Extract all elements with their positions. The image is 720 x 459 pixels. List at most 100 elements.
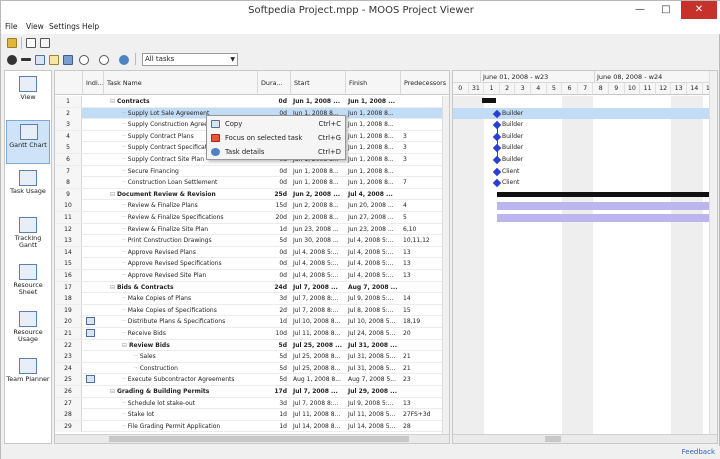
column-header-row-number[interactable]: [55, 71, 83, 95]
menu-settings[interactable]: Settings: [49, 22, 80, 31]
task-row[interactable]: 28 ·· Stake lot 1d Jul 11, 2008 8... Jul 11,…: [55, 409, 449, 421]
summary-task-row[interactable]: 22 ⊟ Review Bids 5d Jul 25, 2008 ... Jul 31,…: [55, 339, 449, 352]
summary-task-row[interactable]: 17 ⊟ Bids & Contracts 24d Jul 7, 2008 ... Au…: [55, 281, 449, 294]
column-header-task-name[interactable]: Task Name: [104, 71, 258, 95]
task-row[interactable]: 10 ·· Review & Finalize Plans 15d Jun 2, 20…: [55, 200, 449, 212]
collapse-toggle-icon[interactable]: ⊟: [110, 388, 117, 395]
collapse-toggle-icon[interactable]: ⊟: [110, 191, 117, 198]
task-row[interactable]: 16 ·· Approve Revised Site Plan 0d Jul 4, 2…: [55, 270, 449, 282]
summary-task-row[interactable]: 9 ⊟ Document Review & Revision 25d Jun 2, 2…: [55, 188, 449, 201]
close-button[interactable]: ✕: [681, 1, 717, 19]
task-row[interactable]: 8 ·· Construction Loan Settlement 0d Jun 1,…: [55, 177, 449, 189]
note-icon[interactable]: [86, 317, 95, 326]
task-row[interactable]: 25 ·· Execute Subcontractor Agreements 5d A…: [55, 374, 449, 386]
column-header-finish[interactable]: Finish: [346, 71, 401, 95]
task-name-cell: ·· Approve Revised Specifications: [104, 258, 256, 269]
menu-file[interactable]: File: [5, 22, 18, 31]
task-row[interactable]: 20 ·· Distribute Plans & Specifications 1d…: [55, 316, 449, 328]
sidebar-item-task-usage[interactable]: Task Usage: [6, 167, 50, 211]
task-name: Review & Finalize Plans: [127, 202, 198, 210]
open-folder-icon[interactable]: [7, 38, 17, 48]
task-row[interactable]: 7 ·· Secure Financing 0d Jun 1, 2008 8... Ju…: [55, 165, 449, 178]
paste-icon[interactable]: [49, 55, 59, 65]
grid-vertical-scrollbar[interactable]: [442, 96, 449, 436]
collapse-icon[interactable]: [21, 58, 31, 61]
task-row[interactable]: 18 ·· Make Copies of Plans 3d Jul 7, 2008 8…: [55, 293, 449, 305]
task-name: Distribute Plans & Specifications: [127, 318, 226, 326]
task-row[interactable]: 27 ·· Schedule lot stake-out 3d Jul 7, 2008…: [55, 397, 449, 410]
column-header-indicators[interactable]: Indi...: [83, 71, 104, 95]
task-row[interactable]: 13 ·· Print Construction Drawings 5d Jun 30…: [55, 235, 449, 247]
context-menu-focus[interactable]: Focus on selected task Ctrl+G: [207, 131, 345, 145]
format-icon[interactable]: [63, 55, 73, 65]
menu-view[interactable]: View: [26, 22, 44, 31]
collapse-toggle-icon[interactable]: ⊟: [110, 98, 117, 105]
task-row[interactable]: 19 ·· Make Copies of Specifications 2d Jul …: [55, 304, 449, 317]
print-preview-icon[interactable]: [40, 38, 50, 48]
task-usage-icon: [19, 170, 37, 186]
zoom-out-icon[interactable]: [99, 55, 109, 65]
note-icon[interactable]: [86, 375, 95, 384]
copy-icon[interactable]: [35, 55, 45, 65]
task-bar[interactable]: [497, 202, 717, 211]
sidebar-item-view[interactable]: View: [6, 73, 50, 117]
start-cell: Jun 1, 2008 ...: [293, 98, 341, 105]
task-row[interactable]: 29 ·· File Grading Permit Application 1d Ju…: [55, 420, 449, 433]
resource-usage-icon: [19, 311, 37, 327]
collapse-toggle-icon[interactable]: ⊟: [122, 342, 129, 349]
indicator-cell: [83, 340, 103, 351]
task-row[interactable]: 12 ·· Review & Finalize Site Plan 1d Jun 23…: [55, 223, 449, 236]
start-cell: Jul 11, 2008 8...: [293, 330, 341, 337]
sidebar-item-team-planner[interactable]: Team Planner: [6, 355, 50, 399]
scrollbar-thumb[interactable]: [545, 436, 561, 442]
task-row[interactable]: 11 ·· Review & Finalize Specifications 20d…: [55, 212, 449, 224]
collapse-toggle-icon[interactable]: ⊟: [110, 284, 117, 291]
summary-task-row[interactable]: 26 ⊟ Grading & Building Permits 17d Jul 7, …: [55, 386, 449, 398]
zoom-in-icon[interactable]: [79, 55, 89, 65]
task-bar[interactable]: [497, 214, 717, 222]
sidebar-item-tracking-gantt[interactable]: Tracking Gantt: [6, 214, 50, 258]
task-row[interactable]: 14 ·· Approve Revised Plans 0d Jul 4, 2008 …: [55, 246, 449, 259]
gantt-horizontal-scrollbar[interactable]: [453, 434, 717, 443]
duration-cell: 20d: [275, 214, 287, 221]
note-icon[interactable]: [86, 329, 95, 337]
indicator-cell: [83, 96, 103, 107]
column-header-predecessors[interactable]: Predecessors: [401, 71, 449, 95]
gantt-body[interactable]: Builder Builder Builder Builder Builder Clien…: [453, 96, 717, 436]
task-row[interactable]: 15 ·· Approve Revised Specifications 0d Jul…: [55, 258, 449, 270]
scrollbar-thumb[interactable]: [109, 436, 409, 442]
gantt-vertical-scrollbar[interactable]: [709, 71, 717, 436]
task-name-cell: ⊟ Bids & Contracts: [104, 282, 256, 293]
expand-icon[interactable]: [7, 55, 17, 65]
resource-label: Builder: [502, 156, 524, 163]
minimize-button[interactable]: —: [627, 1, 653, 19]
task-row[interactable]: 24 ·· Construction 5d Jul 25, 2008 8... Jul …: [55, 362, 449, 375]
task-row[interactable]: 23 ·· Sales 5d Jul 25, 2008 8... Jul 31, 200…: [55, 351, 449, 363]
summary-bar[interactable]: [482, 98, 496, 103]
sidebar-item-gantt-chart[interactable]: Gantt Chart: [6, 120, 50, 164]
print-icon[interactable]: [26, 38, 36, 48]
status-bar: Feedback: [1, 446, 720, 459]
context-menu-task-details[interactable]: Task details Ctrl+D: [207, 145, 345, 159]
duration-cell: 1d: [279, 411, 287, 419]
column-header-duration[interactable]: Dura...: [258, 71, 291, 95]
grid-horizontal-scrollbar[interactable]: [55, 434, 449, 443]
maximize-button[interactable]: □: [653, 1, 679, 19]
gantt-day-label: 8: [593, 83, 609, 95]
start-cell: Jul 25, 2008 8...: [293, 353, 341, 361]
milestone-marker[interactable]: [492, 167, 502, 176]
feedback-link[interactable]: Feedback: [682, 448, 715, 456]
duration-cell: 3d: [279, 295, 287, 303]
sidebar-item-resource-sheet[interactable]: Resource Sheet: [6, 261, 50, 305]
task-filter-select[interactable]: All tasks ▼: [142, 53, 238, 66]
start-cell: Jun 1, 2008 8...: [293, 167, 339, 175]
summary-bar[interactable]: [497, 191, 717, 197]
menu-help[interactable]: Help: [82, 22, 99, 31]
context-menu-copy[interactable]: Copy Ctrl+C: [207, 117, 345, 131]
info-icon[interactable]: [119, 55, 129, 65]
summary-task-row[interactable]: 1 ⊟ Contracts 0d Jun 1, 2008 ... Jun 1, 2008…: [55, 96, 449, 108]
task-row[interactable]: 21 ·· Receive Bids 10d Jul 11, 2008 8... Jul…: [55, 328, 449, 340]
column-header-start[interactable]: Start: [291, 71, 346, 95]
sidebar-item-resource-usage[interactable]: Resource Usage: [6, 308, 50, 352]
milestone-marker[interactable]: [492, 178, 502, 188]
